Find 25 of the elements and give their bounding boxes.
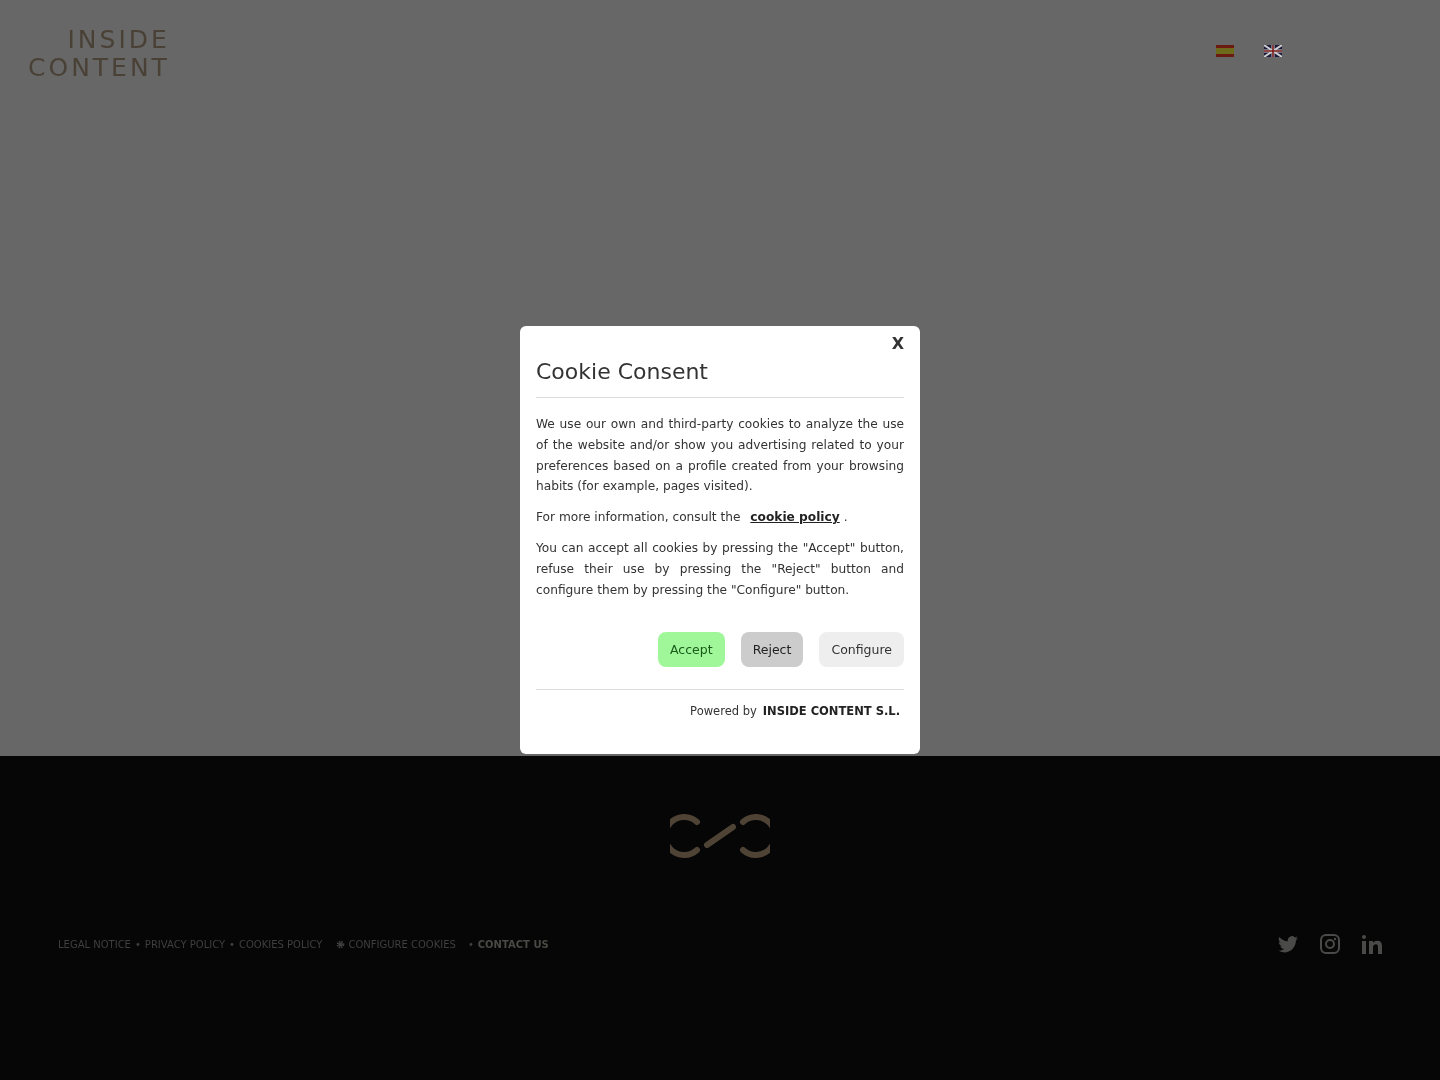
configure-button[interactable]: Configure	[819, 632, 904, 668]
dialog-paragraph: We use our own and third-party cookies to analyze the use of the website and/or show you advertising related to your preferences based on a profile created from your browsing habits (for example, pages visited).	[536, 416, 904, 496]
dialog-paragraph: You can accept all cookies by pressing the "Accept" button, refuse their use by pressing the "Reject" button and configure them by pressing the "Configure" button.	[536, 540, 904, 599]
separator-dot: •	[229, 938, 235, 950]
separator-dot: •	[134, 938, 141, 950]
linkedin-icon[interactable]	[1362, 934, 1382, 954]
powered-by-text: Powered by	[690, 704, 757, 719]
company-name: INSIDE CONTENT S.L.	[762, 704, 900, 719]
separator-dot: •	[467, 938, 474, 950]
dialog-title: Cookie Consent	[536, 359, 904, 398]
close-button[interactable]: X	[891, 334, 904, 353]
instagram-icon[interactable]	[1320, 934, 1340, 954]
twitter-bird-icon[interactable]	[1278, 935, 1298, 953]
uk-flag-icon[interactable]	[1264, 45, 1282, 57]
cookie-policy-link[interactable]: cookie policy	[750, 510, 840, 525]
reject-button[interactable]: Reject	[740, 632, 804, 668]
dialog-paragraph: For more information, consult the cookie policy .	[536, 509, 849, 527]
footer-link[interactable]: COOKIES POLICY	[239, 938, 323, 950]
footer-link[interactable]: LEGAL NOTICE	[58, 938, 131, 950]
spain-flag-icon[interactable]	[1216, 45, 1234, 57]
footer-link[interactable]: PRIVACY POLICY	[144, 938, 226, 950]
footer-link[interactable]: CONTACT US	[477, 938, 549, 950]
gear-icon	[336, 939, 346, 949]
accept-button[interactable]: Accept	[658, 632, 725, 668]
infinity-logo-icon	[670, 814, 770, 858]
